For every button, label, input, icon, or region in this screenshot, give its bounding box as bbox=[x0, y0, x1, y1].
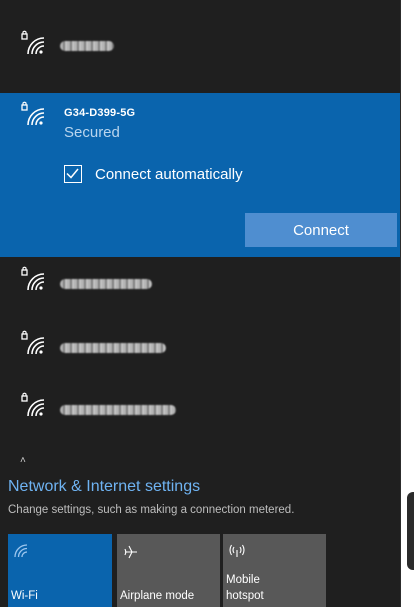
wifi-icon bbox=[14, 544, 28, 558]
connect-automatically-label: Connect automatically bbox=[95, 166, 243, 183]
wifi-flyout: G34-D399-5G Secured Connect automaticall… bbox=[0, 0, 401, 607]
network-item[interactable] bbox=[0, 266, 400, 306]
connect-button[interactable]: Connect bbox=[245, 213, 397, 247]
wifi-toggle-tile[interactable]: Wi-Fi bbox=[8, 534, 112, 607]
secured-wifi-icon bbox=[21, 266, 45, 291]
airplane-mode-tile[interactable]: Airplane mode bbox=[117, 534, 220, 607]
network-name-redacted bbox=[60, 405, 176, 415]
connect-automatically-checkbox[interactable] bbox=[64, 165, 82, 183]
hotspot-icon bbox=[229, 544, 245, 557]
network-item[interactable] bbox=[0, 392, 400, 432]
network-name: G34-D399-5G bbox=[64, 107, 136, 119]
network-name-redacted bbox=[60, 343, 166, 353]
secured-wifi-icon bbox=[21, 30, 45, 55]
side-scroll-tab bbox=[407, 492, 414, 570]
network-settings-link[interactable]: Network & Internet settings bbox=[8, 478, 200, 496]
hotspot-tile-label: Mobile hotspot bbox=[226, 572, 264, 604]
secured-wifi-icon bbox=[21, 101, 45, 126]
hotspot-label-line1: Mobile bbox=[226, 574, 260, 586]
wifi-tile-label: Wi-Fi bbox=[11, 590, 38, 602]
network-item[interactable] bbox=[0, 330, 400, 370]
network-item-selected[interactable]: G34-D399-5G Secured Connect automaticall… bbox=[0, 93, 400, 257]
checkmark-icon bbox=[66, 168, 79, 179]
network-item[interactable] bbox=[0, 30, 400, 70]
network-name-redacted bbox=[60, 41, 114, 51]
secured-wifi-icon bbox=[21, 392, 45, 417]
more-networks-indicator: ˄ bbox=[20, 455, 26, 466]
network-status: Secured bbox=[64, 124, 120, 141]
network-name-redacted bbox=[60, 279, 152, 289]
airplane-icon bbox=[124, 545, 137, 559]
mobile-hotspot-tile[interactable]: Mobile hotspot bbox=[223, 534, 326, 607]
hotspot-label-line2: hotspot bbox=[226, 590, 264, 602]
airplane-tile-label: Airplane mode bbox=[120, 590, 195, 602]
secured-wifi-icon bbox=[21, 330, 45, 355]
network-settings-description: Change settings, such as making a connec… bbox=[8, 504, 295, 516]
